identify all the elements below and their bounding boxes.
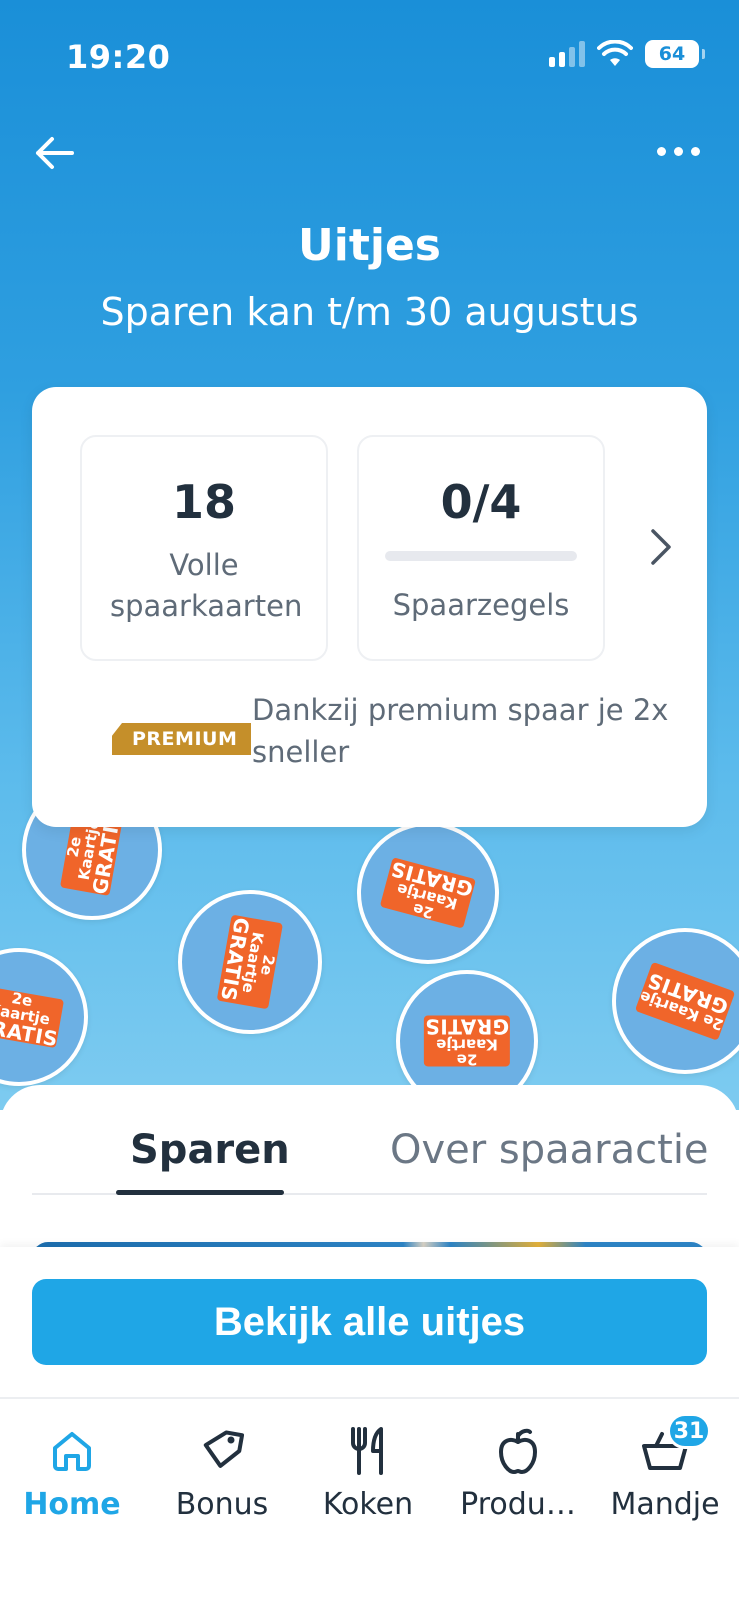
premium-text: Dankzij premium spaar je 2x sneller [252,693,669,770]
nav-home[interactable]: Home [2,1421,142,1522]
nav-bonus-label: Bonus [175,1487,269,1522]
home-icon [53,1432,91,1471]
status-time: 19:20 [66,38,171,76]
tab-sparen[interactable]: Sparen [130,1127,290,1173]
more-options-button[interactable] [653,136,703,166]
nav-koken-label: Koken [322,1487,414,1522]
stamp-illustration: 2e Kaartje GRATIS [0,948,88,1086]
stamps-progress-bar [385,551,577,561]
nav-mandje-label: Mandje [610,1487,720,1522]
apple-icon [499,1428,537,1474]
stamp-illustration: 2e Kaartje GRATIS [357,822,499,964]
view-all-outings-button[interactable]: Bekijk alle uitjes [32,1279,707,1365]
full-cards-value: 18 [171,475,236,529]
signal-icon [549,41,585,67]
status-icons: 64 [549,40,705,68]
premium-badge: PREMIUM [112,723,252,755]
page-title: Uitjes [298,220,441,271]
dot [690,146,700,156]
nav-koken[interactable]: Koken [298,1421,438,1522]
chevron-right-icon[interactable] [643,517,679,577]
nav-mandje[interactable]: 31 Mandje [595,1413,735,1522]
wifi-icon [597,40,633,66]
tag-icon [203,1430,245,1468]
back-arrow-icon[interactable] [32,130,78,176]
bottom-navigation: Home Bonus Koken Produ… 31 Mandje [0,1397,739,1600]
tab-over-spaaractie[interactable]: Over spaaractie [390,1127,709,1173]
stamp-illustration: 2e Kaartje GRATIS [612,928,739,1074]
nav-producten[interactable]: Produ… [448,1421,588,1522]
stamp-illustration: 2e Kaartje GRATIS [178,890,322,1034]
battery-icon: 64 [645,40,705,68]
nav-home-label: Home [23,1487,121,1522]
cta-container: Bekijk alle uitjes [0,1247,739,1397]
full-cards-stat: 18 Volle spaarkaarten [80,435,328,661]
stamps-value: 0/4 [440,475,522,529]
stamps-stat: 0/4 Spaarzegels [357,435,605,661]
cutlery-icon [351,1427,383,1475]
nav-producten-label: Produ… [460,1487,576,1522]
nav-bonus[interactable]: Bonus [152,1421,292,1522]
stamps-label: Spaarzegels [392,588,570,622]
page-subtitle: Sparen kan t/m 30 augustus [100,290,639,334]
dot [656,146,666,156]
savings-card[interactable]: 18 Volle spaarkaarten 0/4 Spaarzegels PR… [32,387,707,827]
cart-count-badge: 31 [667,1413,711,1449]
active-tab-indicator [116,1190,284,1195]
full-cards-label: Volle spaarkaarten [110,548,303,624]
dot [673,146,683,156]
